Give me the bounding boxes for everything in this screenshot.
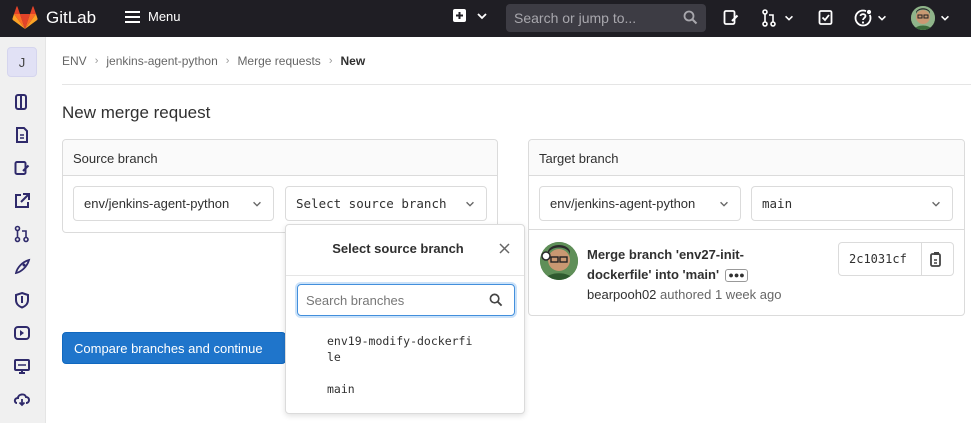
repository-icon[interactable] (13, 126, 31, 144)
commit-title-line1: Merge branch 'env27-init- (587, 247, 744, 262)
popup-divider (286, 275, 524, 276)
issues-icon[interactable] (723, 9, 739, 27)
ci-cd-icon[interactable] (13, 324, 31, 342)
target-branch-dropdown[interactable]: main (751, 186, 953, 221)
breadcrumb-separator-icon: › (328, 55, 333, 67)
top-navbar: GitLab Menu Search or jump to... (0, 0, 971, 37)
copy-icon (930, 252, 942, 267)
source-project-dropdown[interactable]: env/jenkins-agent-python (73, 186, 274, 221)
branch-search-input[interactable]: Search branches (297, 284, 515, 316)
chevron-down-icon (932, 201, 940, 207)
help-dropdown[interactable] (854, 9, 888, 27)
compare-branches-button[interactable]: Compare branches and continue (62, 332, 286, 364)
chevron-down-icon[interactable] (939, 12, 951, 24)
branch-option-main[interactable]: main (327, 381, 487, 397)
monitor-icon[interactable] (13, 357, 31, 375)
source-project-value: env/jenkins-agent-python (84, 196, 230, 211)
gitlab-logo[interactable]: GitLab (12, 6, 96, 30)
branch-option-env19-line1: env19-modify-dockerfi (327, 334, 473, 348)
new-dropdown-button[interactable] (452, 8, 489, 23)
gitlab-tanuki-icon (12, 6, 38, 29)
commit-author-avatar-image (540, 242, 578, 280)
commit-meta: bearpooh02 authored 1 week ago (587, 287, 781, 302)
search-input[interactable]: Search or jump to... (506, 4, 706, 32)
question-icon (854, 9, 872, 27)
close-icon[interactable] (499, 243, 510, 254)
breadcrumb-separator-icon: › (94, 55, 99, 67)
project-sidebar: J (0, 37, 46, 423)
project-overview-icon[interactable] (13, 93, 31, 111)
merge-requests-icon[interactable] (13, 225, 31, 243)
target-branch-value: main (762, 196, 793, 211)
menu-label: Menu (148, 9, 181, 24)
source-branch-placeholder: Select source branch (296, 196, 447, 211)
breadcrumb-group[interactable]: ENV (62, 54, 87, 68)
source-branch-heading: Source branch (63, 140, 497, 176)
toggle-commit-description-button[interactable]: ●●● (725, 269, 749, 283)
menu-button[interactable]: Menu (125, 9, 181, 24)
merge-request-icon (762, 9, 776, 27)
merge-requests-dropdown[interactable] (761, 9, 795, 27)
search-icon (683, 10, 698, 25)
user-avatar-image (911, 6, 935, 30)
plus-square-icon (453, 9, 466, 22)
breadcrumb-project[interactable]: jenkins-agent-python (106, 54, 217, 68)
commit-title-line2: dockerfile' into 'main' (587, 267, 720, 282)
commit-author-avatar[interactable] (540, 242, 578, 280)
commit-sha-group: 2c1031cf (838, 242, 954, 276)
packages-icon[interactable] (13, 390, 31, 408)
target-project-dropdown[interactable]: env/jenkins-agent-python (539, 186, 741, 221)
search-icon (489, 293, 503, 307)
commit-title[interactable]: Merge branch 'env27-init- dockerfile' in… (587, 245, 787, 285)
breadcrumb-divider (62, 84, 971, 85)
deployments-icon[interactable] (13, 258, 31, 276)
branch-option-env19[interactable]: env19-modify-dockerfi le (327, 333, 487, 365)
todo-icon[interactable] (818, 9, 834, 27)
chevron-down-icon (466, 201, 474, 207)
breadcrumb-merge-requests[interactable]: Merge requests (237, 54, 320, 68)
copy-sha-button[interactable] (922, 243, 953, 275)
commit-authored-time: authored 1 week ago (660, 287, 782, 302)
target-project-value: env/jenkins-agent-python (550, 196, 696, 211)
search-placeholder: Search or jump to... (514, 10, 637, 26)
hamburger-icon (125, 10, 140, 23)
branch-option-env19-line2: le (327, 350, 341, 364)
breadcrumb: ENV › jenkins-agent-python › Merge reque… (62, 54, 365, 68)
target-branch-heading: Target branch (529, 140, 964, 176)
page-title: New merge request (62, 103, 211, 122)
chevron-down-icon (878, 15, 886, 21)
security-icon[interactable] (13, 291, 31, 309)
app-name: GitLab (46, 8, 97, 27)
popup-title: Select source branch (332, 241, 464, 256)
branch-search-placeholder: Search branches (306, 293, 405, 308)
chevron-down-icon (253, 201, 261, 207)
issues-icon[interactable] (13, 159, 31, 177)
target-panel-divider (529, 229, 964, 230)
user-avatar[interactable] (911, 6, 935, 30)
commit-author-link[interactable]: bearpooh02 (587, 287, 656, 302)
commit-sha[interactable]: 2c1031cf (839, 243, 922, 275)
chevron-down-icon (477, 12, 487, 19)
project-avatar[interactable]: J (7, 47, 37, 77)
external-link-icon[interactable] (13, 192, 31, 210)
chevron-down-icon (785, 15, 793, 21)
chevron-down-icon (720, 201, 728, 207)
breadcrumb-current[interactable]: New (340, 54, 365, 68)
source-branch-dropdown[interactable]: Select source branch (285, 186, 487, 221)
breadcrumb-separator-icon: › (225, 55, 230, 67)
select-source-branch-popup: Select source branch Search branches env… (285, 224, 525, 414)
